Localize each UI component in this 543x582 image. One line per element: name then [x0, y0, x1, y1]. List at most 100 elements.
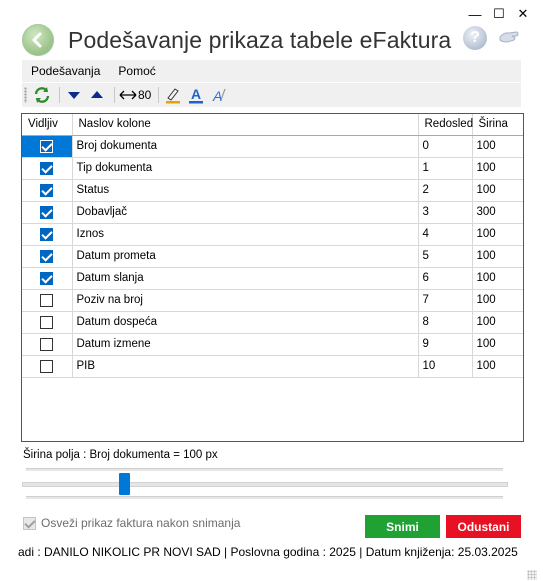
table-row[interactable]: Tip dokumenta 1 100 — [22, 157, 523, 180]
table-row[interactable]: Iznos 4 100 — [22, 223, 523, 246]
order-cell[interactable]: 5 — [418, 245, 473, 268]
visible-checkbox[interactable] — [40, 315, 54, 329]
table-row[interactable]: PIB 10 100 — [22, 355, 523, 378]
table-row[interactable]: Broj dokumenta 0 100 — [22, 135, 523, 158]
visible-checkbox[interactable] — [40, 271, 54, 285]
width-cell[interactable]: 100 — [472, 223, 523, 246]
width-cell[interactable]: 100 — [472, 355, 523, 378]
order-cell[interactable]: 4 — [418, 223, 473, 246]
column-title-cell[interactable]: Status — [72, 179, 419, 202]
visible-checkbox[interactable] — [40, 359, 54, 373]
column-width-button[interactable]: 80 — [119, 85, 151, 105]
visible-cell[interactable] — [22, 179, 73, 202]
visible-cell[interactable] — [22, 333, 73, 356]
visible-cell[interactable] — [22, 289, 73, 312]
order-cell[interactable]: 10 — [418, 355, 473, 378]
width-cell[interactable]: 100 — [472, 311, 523, 334]
column-title-cell[interactable]: Tip dokumenta — [72, 157, 419, 180]
header: Podešavanje prikaza tabele eFaktura ? — [22, 22, 521, 58]
width-cell[interactable]: 100 — [472, 289, 523, 312]
column-header-visible[interactable]: Vidljiv — [22, 114, 73, 136]
visible-cell[interactable] — [22, 201, 73, 224]
hand-pointer-icon[interactable] — [497, 26, 521, 50]
visible-cell[interactable] — [22, 311, 73, 334]
visible-cell[interactable] — [22, 223, 73, 246]
help-icon[interactable]: ? — [463, 26, 487, 50]
visible-cell[interactable] — [22, 157, 73, 180]
order-cell[interactable]: 9 — [418, 333, 473, 356]
page-title: Podešavanje prikaza tabele eFaktura — [68, 26, 452, 53]
refresh-option[interactable]: Osveži prikaz faktura nakon snimanja — [23, 516, 240, 530]
width-cell[interactable]: 100 — [472, 157, 523, 180]
width-slider-track[interactable] — [22, 482, 508, 487]
order-cell[interactable]: 2 — [418, 179, 473, 202]
order-cell[interactable]: 0 — [418, 135, 473, 158]
order-cell[interactable]: 1 — [418, 157, 473, 180]
maximize-button[interactable]: ☐ — [487, 4, 511, 24]
table-row[interactable]: Poziv na broj 7 100 — [22, 289, 523, 312]
menu-item-help[interactable]: Pomoć — [109, 60, 164, 82]
visible-checkbox[interactable] — [40, 183, 54, 197]
visible-cell[interactable] — [22, 355, 73, 378]
order-cell[interactable]: 3 — [418, 201, 473, 224]
arrow-left-icon — [32, 32, 42, 48]
order-cell[interactable]: 7 — [418, 289, 473, 312]
back-button[interactable] — [22, 24, 54, 56]
column-title-cell[interactable]: Datum dospeća — [72, 311, 419, 334]
width-cell[interactable]: 100 — [472, 267, 523, 290]
column-title-cell[interactable]: Datum prometa — [72, 245, 419, 268]
font-color-button[interactable]: A — [186, 85, 206, 105]
column-header-order[interactable]: Redosled — [418, 114, 473, 136]
visible-cell[interactable] — [22, 245, 73, 268]
save-button[interactable]: Snimi — [365, 515, 440, 538]
refresh-checkbox[interactable] — [23, 516, 36, 530]
column-title-cell[interactable]: PIB — [72, 355, 419, 378]
width-cell[interactable]: 100 — [472, 245, 523, 268]
table-row[interactable]: Dobavljač 3 300 — [22, 201, 523, 224]
column-header-width[interactable]: Širina — [472, 114, 523, 136]
menu-item-settings[interactable]: Podešavanja — [22, 60, 109, 82]
toolbar-grip[interactable] — [24, 87, 27, 103]
close-button[interactable]: ✕ — [511, 4, 535, 24]
refresh-button[interactable] — [32, 85, 52, 105]
column-title-cell[interactable]: Datum izmene — [72, 333, 419, 356]
highlight-color-button[interactable] — [163, 85, 183, 105]
table-row[interactable]: Datum slanja 6 100 — [22, 267, 523, 290]
order-cell[interactable]: 8 — [418, 311, 473, 334]
visible-checkbox[interactable] — [40, 227, 54, 241]
table-body: Broj dokumenta 0 100 Tip dokumenta 1 100 Statu… — [22, 135, 523, 378]
visible-checkbox[interactable] — [40, 337, 54, 351]
highlighter-icon — [166, 88, 181, 104]
move-up-button[interactable] — [87, 85, 107, 105]
width-cell[interactable]: 300 — [472, 201, 523, 224]
width-cell[interactable]: 100 — [472, 333, 523, 356]
table-row[interactable]: Datum prometa 5 100 — [22, 245, 523, 268]
table-row[interactable]: Status 2 100 — [22, 179, 523, 202]
visible-checkbox[interactable] — [40, 249, 54, 263]
font-style-button[interactable]: A — [209, 85, 229, 105]
width-cell[interactable]: 100 — [472, 135, 523, 158]
resize-horizontal-icon — [119, 90, 137, 100]
visible-checkbox[interactable] — [40, 161, 54, 175]
column-title-cell[interactable]: Iznos — [72, 223, 419, 246]
resize-grip[interactable] — [527, 570, 537, 580]
visible-checkbox[interactable] — [40, 139, 54, 153]
cancel-button[interactable]: Odustani — [446, 515, 521, 538]
minimize-button[interactable]: — — [463, 4, 487, 24]
width-slider-thumb[interactable] — [119, 473, 130, 495]
table-row[interactable]: Datum dospeća 8 100 — [22, 311, 523, 334]
move-down-button[interactable] — [64, 85, 84, 105]
visible-cell[interactable] — [22, 135, 73, 158]
visible-checkbox[interactable] — [40, 205, 54, 219]
column-title-cell[interactable]: Poziv na broj — [72, 289, 419, 312]
visible-checkbox[interactable] — [40, 293, 54, 307]
column-title-cell[interactable]: Broj dokumenta — [72, 135, 419, 158]
visible-cell[interactable] — [22, 267, 73, 290]
svg-text:A: A — [191, 86, 201, 102]
table-row[interactable]: Datum izmene 9 100 — [22, 333, 523, 356]
width-cell[interactable]: 100 — [472, 179, 523, 202]
order-cell[interactable]: 6 — [418, 267, 473, 290]
column-header-title[interactable]: Naslov kolone — [72, 114, 419, 136]
column-title-cell[interactable]: Datum slanja — [72, 267, 419, 290]
column-title-cell[interactable]: Dobavljač — [72, 201, 419, 224]
